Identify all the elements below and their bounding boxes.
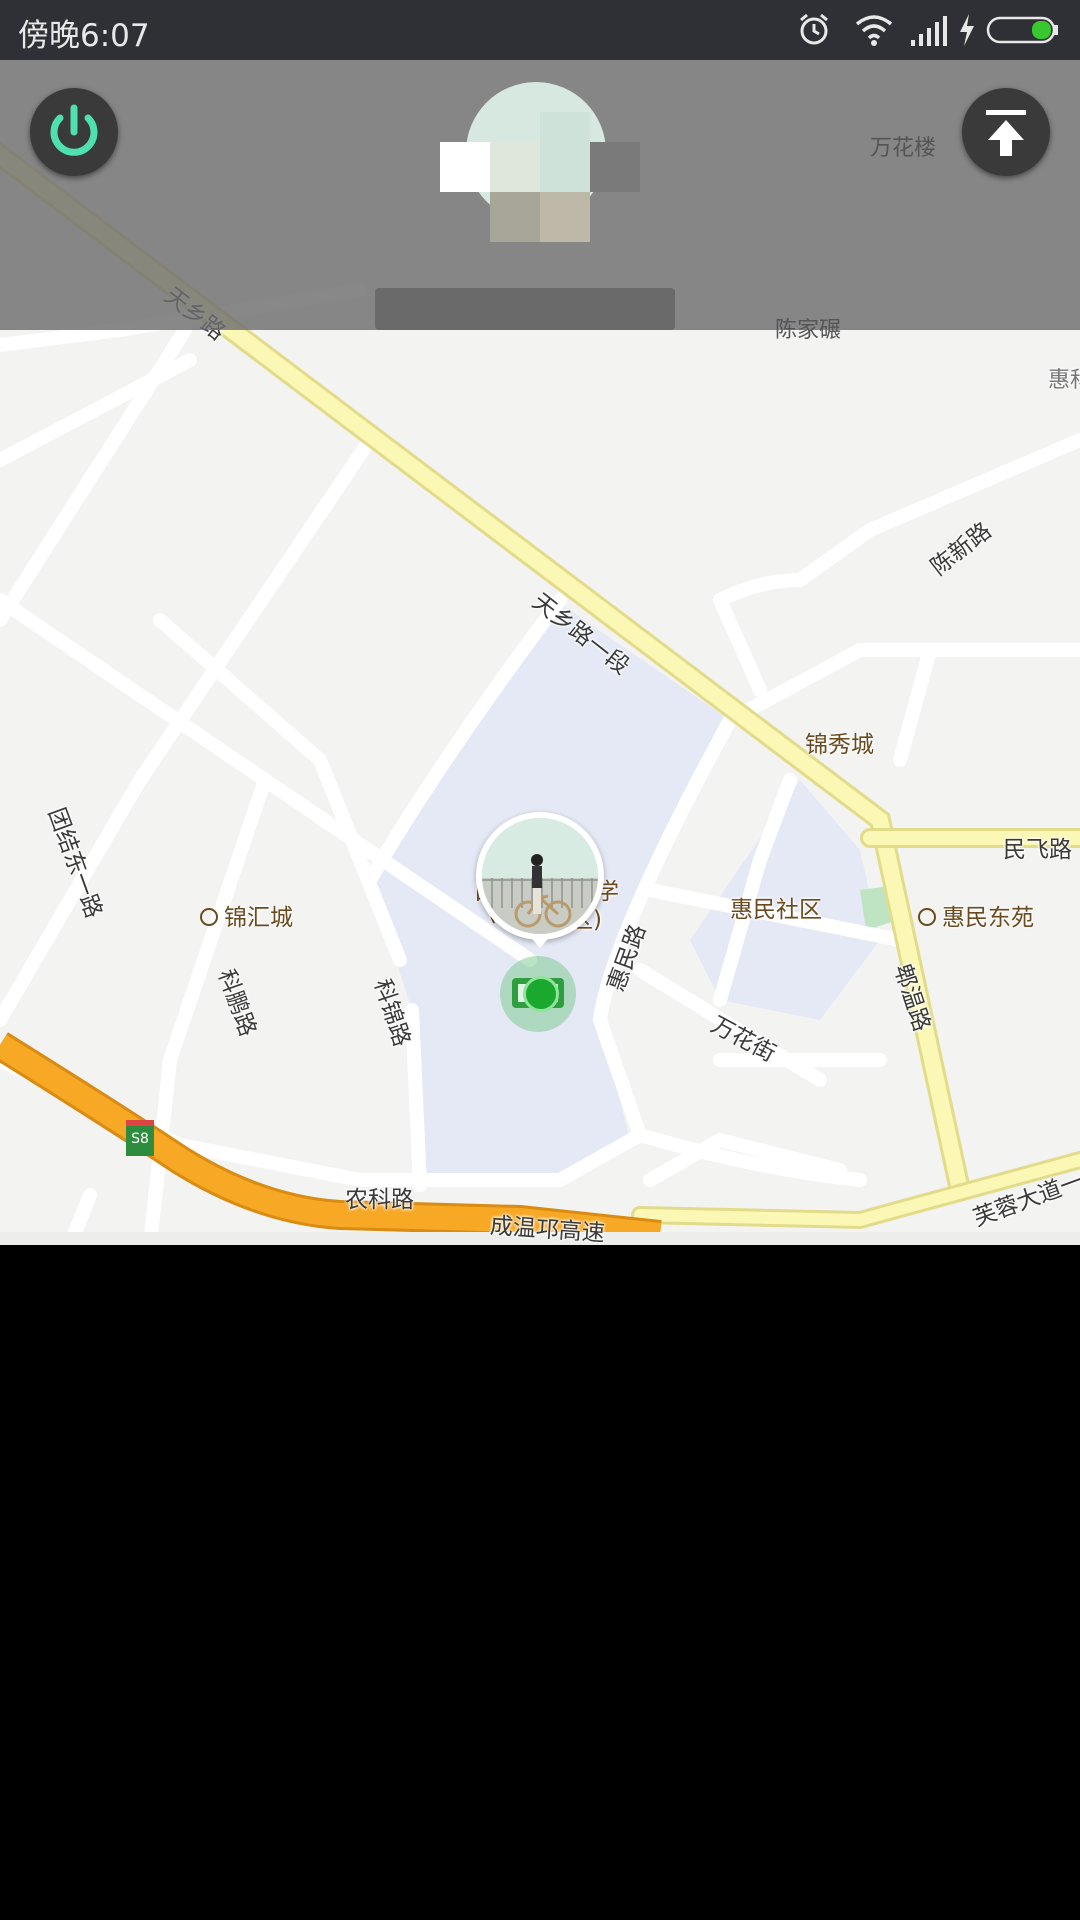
user-avatar-marker[interactable]: [476, 812, 604, 940]
current-location-dot: [523, 976, 559, 1012]
poi-house-icon: [200, 907, 218, 926]
charging-icon: [960, 14, 974, 46]
road-label-chengwen: 成温邛高速: [489, 1213, 606, 1245]
place-label-jinhuicheng: 锦汇城: [200, 898, 293, 932]
user-photo-image: [482, 818, 598, 934]
upload-button[interactable]: [962, 88, 1050, 176]
place-label-chenjiawan: 陈家碾: [775, 318, 842, 343]
place-label-jinxiucheng: 锦秀城: [805, 732, 874, 758]
road-label-nongke: 农科路: [345, 1187, 414, 1213]
road-label-minfei: 民飞路: [1003, 837, 1072, 863]
avatar-pixel-dark2: [540, 192, 590, 242]
user-photo: [482, 818, 598, 934]
place-label-huimin-community: 惠民社区: [730, 897, 822, 923]
username-bar: [375, 288, 675, 330]
status-time: 傍晚6:07: [18, 18, 150, 54]
marker-pointer: [528, 934, 552, 948]
alarm-icon: [800, 13, 828, 45]
avatar-pixel-dark1: [490, 192, 540, 242]
avatar-pixel-white: [440, 142, 490, 192]
power-button[interactable]: [30, 88, 118, 176]
place-label-huimin-dongyuan: 惠民东苑: [918, 898, 1034, 932]
avatar-pixel-light: [490, 142, 540, 192]
avatar-pixel-teal: [540, 112, 590, 192]
poi-house-icon: [918, 907, 936, 926]
upload-to-top-icon: [986, 110, 1026, 156]
status-bar: 傍晚6:07: [0, 0, 1080, 60]
power-icon: [50, 104, 98, 156]
map-view[interactable]: 天乡路 天乡路一段 陈新路 团结东一路 科鹏路 科锦路 惠民路 万花街 郫温路 …: [0, 60, 1080, 1245]
place-label-wanhualou: 万花楼: [870, 136, 937, 161]
place-label-hui-edge: 惠科: [1048, 368, 1080, 393]
highway-shield-text: S8: [131, 1131, 149, 1147]
highway-shield-s8: S8: [126, 1120, 154, 1156]
signal-icon: [911, 16, 947, 46]
blank-bottom-area: [0, 1245, 1080, 1920]
wifi-icon: [855, 15, 893, 46]
battery-icon: [986, 16, 1058, 44]
avatar-pixel-gray: [590, 142, 640, 192]
profile-avatar[interactable]: [440, 82, 640, 267]
